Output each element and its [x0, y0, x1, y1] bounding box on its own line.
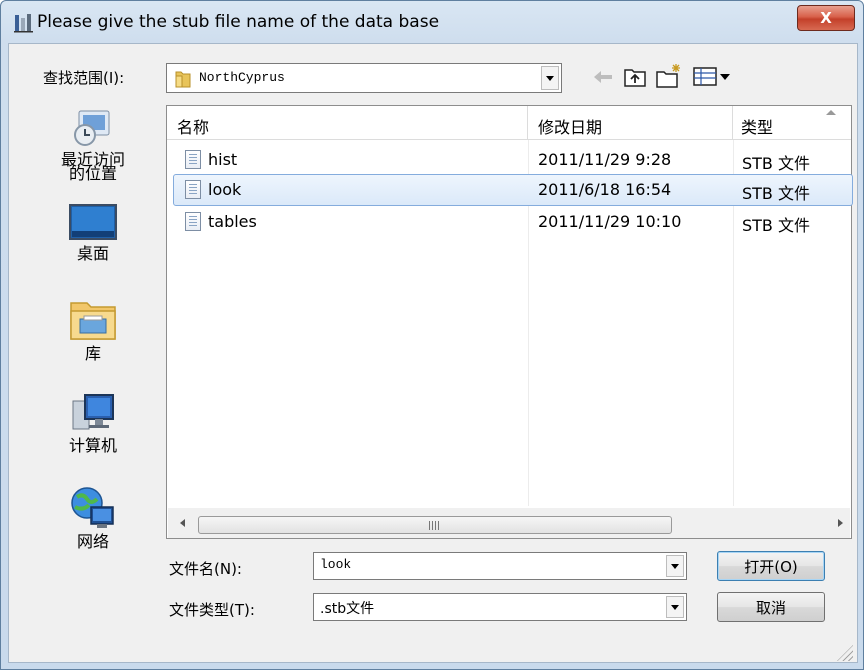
place-label-network: 网络: [76, 532, 109, 551]
file-open-dialog: Please give the stub file name of the da…: [0, 0, 864, 670]
place-network[interactable]: 网络: [33, 485, 153, 551]
stb-file-icon: [185, 212, 201, 231]
file-type: STB 文件: [742, 184, 810, 203]
back-arrow-icon[interactable]: [591, 67, 615, 87]
libraries-icon: [70, 302, 116, 340]
scroll-right-icon[interactable]: [832, 514, 848, 532]
file-name: look: [208, 180, 242, 199]
app-icon: [14, 14, 33, 33]
file-modified: 2011/11/29 10:10: [538, 212, 682, 231]
stb-file-icon: [185, 150, 201, 169]
place-label-desktop: 桌面: [76, 244, 109, 263]
file-modified: 2011/11/29 9:28: [538, 150, 672, 169]
file-name: tables: [208, 212, 257, 231]
place-label-computer: 计算机: [68, 436, 117, 455]
file-row-look[interactable]: look 2011/6/18 16:54 STB 文件: [173, 174, 853, 206]
horizontal-scrollbar[interactable]: [168, 508, 850, 538]
scroll-left-icon[interactable]: [174, 514, 190, 532]
place-label-recent: 最近访问的位置: [60, 150, 125, 183]
file-row-tables[interactable]: tables 2011/11/29 10:10 STB 文件: [173, 206, 853, 238]
grip-icon: [429, 521, 441, 530]
file-type: STB 文件: [742, 216, 810, 235]
column-header-modified[interactable]: 修改日期: [528, 106, 733, 140]
chevron-down-icon[interactable]: [541, 66, 559, 90]
file-list[interactable]: 名称 修改日期 类型 hist 2011/11/29 9:28 STB 文件 l…: [166, 105, 853, 539]
scrollbar-thumb[interactable]: [198, 516, 672, 534]
column-header-modified-label: 修改日期: [538, 118, 603, 137]
chevron-down-icon[interactable]: [666, 596, 684, 618]
close-button[interactable]: X: [797, 5, 855, 31]
open-button[interactable]: 打开(O): [717, 551, 825, 581]
place-label-libraries: 库: [84, 344, 101, 363]
view-menu-icon[interactable]: [693, 67, 733, 87]
computer-icon: [72, 394, 114, 430]
column-header-name[interactable]: 名称: [167, 106, 528, 140]
folder-icon: [175, 71, 191, 88]
chevron-down-icon[interactable]: [666, 555, 684, 577]
filetype-value: .stb文件: [320, 601, 375, 617]
filetype-label: 文件类型(T):: [169, 601, 255, 619]
place-desktop[interactable]: 桌面: [33, 201, 153, 263]
lookin-value: NorthCyprus: [199, 70, 285, 85]
title-bar[interactable]: Please give the stub file name of the da…: [1, 1, 863, 43]
close-icon: X: [820, 9, 832, 27]
filename-input[interactable]: look: [320, 557, 351, 572]
filename-label: 文件名(N):: [169, 560, 242, 578]
lookin-combobox[interactable]: NorthCyprus: [166, 63, 562, 93]
column-header-type-label: 类型: [741, 118, 774, 137]
place-computer[interactable]: 计算机: [33, 391, 153, 455]
file-type: STB 文件: [742, 154, 810, 173]
cancel-button[interactable]: 取消: [717, 592, 825, 622]
stb-file-icon: [185, 180, 201, 199]
lookin-label: 查找范围(I):: [43, 69, 125, 87]
column-header-name-label: 名称: [177, 118, 210, 137]
recent-places-icon: [74, 110, 110, 146]
file-modified: 2011/6/18 16:54: [538, 180, 672, 199]
window-title: Please give the stub file name of the da…: [37, 12, 440, 32]
file-name: hist: [208, 150, 238, 169]
place-libraries[interactable]: 库: [33, 297, 153, 363]
file-row-hist[interactable]: hist 2011/11/29 9:28 STB 文件: [173, 144, 853, 176]
network-icon: [71, 487, 114, 528]
sort-ascending-icon: [826, 110, 836, 115]
desktop-icon: [69, 204, 117, 240]
up-folder-icon[interactable]: [623, 66, 647, 88]
filetype-combobox[interactable]: .stb文件: [313, 593, 687, 621]
filename-combobox[interactable]: look: [313, 552, 687, 580]
place-recent[interactable]: 最近访问的位置: [33, 105, 153, 183]
new-folder-icon[interactable]: [655, 63, 683, 89]
